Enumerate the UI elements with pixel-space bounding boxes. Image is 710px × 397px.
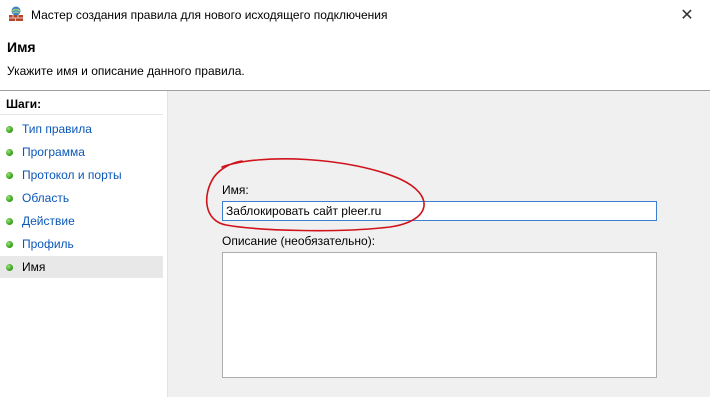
- steps-divider: [0, 114, 163, 115]
- green-dot-icon: [6, 125, 13, 133]
- steps-panel: Шаги: Тип правила Программа Протокол и п…: [0, 91, 168, 397]
- firewall-icon: [8, 6, 24, 22]
- step-protocol-ports[interactable]: Протокол и порты: [0, 164, 163, 186]
- page-title: Имя: [7, 39, 36, 55]
- green-dot-icon: [6, 194, 13, 202]
- wizard-window: Мастер создания правила для нового исход…: [0, 0, 710, 397]
- page-header: Имя Укажите имя и описание данного прави…: [0, 30, 710, 90]
- step-label: Профиль: [22, 237, 74, 251]
- step-label: Действие: [22, 214, 75, 228]
- window-title: Мастер создания правила для нового исход…: [31, 8, 388, 22]
- step-label: Область: [22, 191, 70, 205]
- step-label: Программа: [22, 145, 85, 159]
- description-label: Описание (необязательно):: [222, 234, 376, 248]
- green-dot-icon: [6, 171, 13, 179]
- close-icon: ✕: [680, 7, 694, 24]
- step-label: Тип правила: [22, 122, 92, 136]
- close-button[interactable]: ✕: [664, 0, 710, 30]
- page-description: Укажите имя и описание данного правила.: [7, 64, 245, 78]
- step-scope[interactable]: Область: [0, 187, 163, 209]
- steps-title: Шаги:: [6, 97, 42, 111]
- content-panel: Имя: Описание (необязательно):: [168, 91, 710, 397]
- step-rule-type[interactable]: Тип правила: [0, 118, 163, 140]
- title-bar: Мастер создания правила для нового исход…: [0, 0, 710, 30]
- green-dot-icon: [6, 217, 13, 225]
- green-dot-icon: [6, 263, 13, 271]
- name-input[interactable]: [222, 201, 657, 221]
- name-label: Имя:: [222, 183, 249, 197]
- step-program[interactable]: Программа: [0, 141, 163, 163]
- step-label: Протокол и порты: [22, 168, 122, 182]
- step-name[interactable]: Имя: [0, 256, 163, 278]
- description-textarea[interactable]: [222, 252, 657, 378]
- green-dot-icon: [6, 240, 13, 248]
- step-profile[interactable]: Профиль: [0, 233, 163, 255]
- step-action[interactable]: Действие: [0, 210, 163, 232]
- step-label: Имя: [22, 260, 46, 274]
- green-dot-icon: [6, 148, 13, 156]
